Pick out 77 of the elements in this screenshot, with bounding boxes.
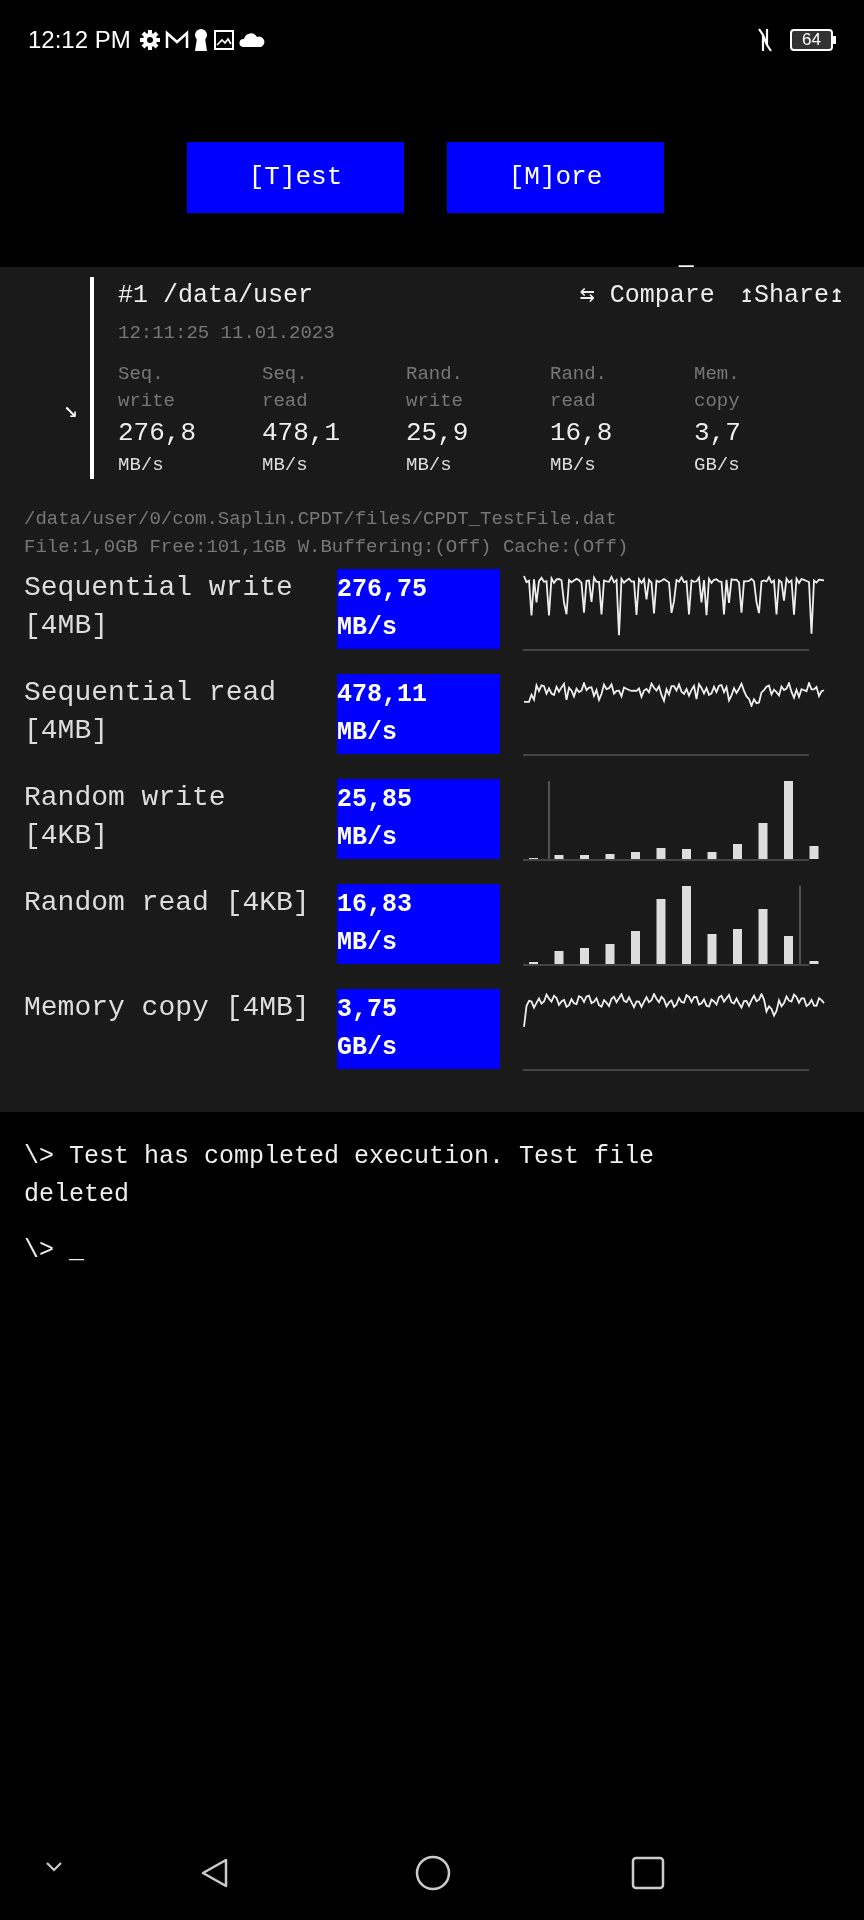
metric-label: copy [694,389,741,414]
bar [631,852,640,859]
bar [758,909,768,964]
bar [733,929,742,964]
compare-link[interactable]: ⇆ Compare [579,277,715,315]
metric-label: Seq. [262,362,309,387]
result-timestamp: 12:11:25 11.01.2023 [118,320,336,346]
recents-icon[interactable] [630,1855,666,1891]
result-unit: MB/s [337,612,398,644]
test-name: Random write [4KB] [24,781,227,853]
bar [656,899,666,964]
metric-unit: MB/s [406,453,453,478]
bar [580,948,589,964]
mail-icon [164,30,189,50]
metric-unit: MB/s [262,453,309,478]
result-unit: MB/s [337,822,398,854]
metric-value: 3,7 [694,417,742,450]
bar [554,951,564,964]
result-number: 3,75 [337,994,398,1026]
console-line: \> _ [24,1235,85,1267]
bar [707,934,717,964]
metric-unit: MB/s [550,453,597,478]
bar [605,944,615,964]
bar [656,848,666,859]
bar [580,855,589,859]
console-line: \> Test has completed execution. Test file deleted [24,1141,656,1211]
metric-unit: GB/s [694,453,741,478]
expand-toggle[interactable]: ↘ [63,393,78,429]
bar [809,846,819,859]
metric-label: Rand. [550,362,608,387]
bar [784,936,793,964]
metric-label: Mem. [694,362,741,387]
test-name: Sequential read [4MB] [24,676,278,748]
share-link[interactable]: ↥Share↥ [738,277,844,315]
test-name: Random read [4KB] [24,886,311,920]
result-number: 478,11 [337,679,428,711]
gear-icon [138,29,161,51]
bar [707,852,717,859]
test-button[interactable]: [T]est [187,142,404,213]
nfc-icon [756,27,775,53]
status-time: 12:12 PM [28,25,131,55]
result-number: 25,85 [337,784,413,816]
image-icon [212,29,235,51]
metric-value: 16,8 [550,417,614,450]
metric-value: 276,8 [118,417,197,450]
metric-label: Rand. [406,362,464,387]
test-name: Memory copy [4MB] [24,991,311,1025]
metric-value: 25,9 [406,417,470,450]
metric-value: 478,1 [262,417,341,450]
result-number: 276,75 [337,574,428,606]
test-name: Sequential write [4MB] [24,571,294,643]
home-icon[interactable] [415,1855,451,1891]
metric-unit: MB/s [118,453,165,478]
metric-label: write [118,389,176,414]
result-unit: GB/s [337,1032,398,1064]
bar [682,849,691,859]
result-unit: MB/s [337,927,398,959]
bar [733,844,742,859]
metric-label: read [262,389,309,414]
bar [554,855,564,859]
file-info: File:1,0GB Free:101,1GB W.Buffering:(Off) Cache:(Off) [24,535,630,560]
cloud-icon [238,31,265,49]
metric-label: Seq. [118,362,165,387]
file-info: /data/user/0/com.Saplin.CPDT/files/CPDT_TestFile.dat [24,507,618,532]
keyhole-icon [192,28,209,52]
metric-label: write [406,389,464,414]
battery-icon: 64 [790,29,833,51]
bar [758,823,768,859]
more-button[interactable]: [M]ore [447,142,664,213]
metric-label: read [550,389,597,414]
result-unit: MB/s [337,717,398,749]
text-cursor: _ [679,237,694,270]
result-number: 16,83 [337,889,413,921]
bar [809,961,819,964]
bar [605,854,615,859]
bar [631,931,640,964]
result-title: #1 /data/user [118,280,314,312]
